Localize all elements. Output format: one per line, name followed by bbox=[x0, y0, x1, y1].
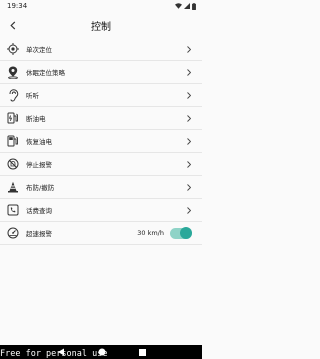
fuel-restore-icon bbox=[6, 134, 20, 148]
menu-item-cut-fuel[interactable]: 断油电 bbox=[0, 107, 202, 130]
menu-item-arm-disarm[interactable]: 布防/撤防 bbox=[0, 176, 202, 199]
control-list: 单次定位 休眠定位策略 听听 断油电 恢复油电 停止报警 布防/撤防 话费查询 … bbox=[0, 38, 202, 245]
alarm-off-icon bbox=[6, 157, 20, 171]
traffic-cone-icon bbox=[6, 180, 20, 194]
menu-item-stop-alarm[interactable]: 停止报警 bbox=[0, 153, 202, 176]
phone-bill-icon bbox=[6, 203, 20, 217]
status-icons bbox=[175, 2, 196, 10]
chevron-right-icon bbox=[186, 206, 192, 214]
battery-icon bbox=[192, 2, 196, 10]
chevron-right-icon bbox=[186, 91, 192, 99]
menu-item-overspeed-alarm: 超速报警 30 km/h bbox=[0, 222, 202, 245]
menu-item-listen[interactable]: 听听 bbox=[0, 84, 202, 107]
page-title: 控制 bbox=[91, 21, 111, 33]
chevron-right-icon bbox=[186, 183, 192, 191]
overspeed-toggle[interactable] bbox=[170, 227, 192, 239]
title-bar: 控制 bbox=[0, 12, 202, 38]
menu-item-label: 断油电 bbox=[26, 115, 46, 123]
menu-item-label: 布防/撤防 bbox=[26, 184, 55, 192]
menu-item-label: 停止报警 bbox=[26, 161, 52, 169]
menu-item-phone-bill[interactable]: 话费查询 bbox=[0, 199, 202, 222]
map-pin-icon bbox=[6, 65, 20, 79]
toggle-knob bbox=[180, 227, 192, 239]
menu-item-label: 单次定位 bbox=[26, 46, 52, 54]
overspeed-value[interactable]: 30 km/h bbox=[137, 229, 164, 237]
fuel-cut-icon bbox=[6, 111, 20, 125]
crosshair-icon bbox=[6, 42, 20, 56]
back-button[interactable] bbox=[6, 18, 20, 32]
nav-recents-icon[interactable] bbox=[138, 348, 146, 356]
menu-item-label: 话费查询 bbox=[26, 207, 52, 215]
chevron-left-icon bbox=[10, 20, 16, 30]
menu-item-restore-fuel[interactable]: 恢复油电 bbox=[0, 130, 202, 153]
ear-icon bbox=[6, 88, 20, 102]
menu-item-sleep-strategy[interactable]: 休眠定位策略 bbox=[0, 61, 202, 84]
chevron-right-icon bbox=[186, 114, 192, 122]
menu-item-single-location[interactable]: 单次定位 bbox=[0, 38, 202, 61]
menu-item-label: 休眠定位策略 bbox=[26, 69, 65, 77]
status-time: 19:34 bbox=[7, 2, 28, 10]
menu-item-label: 超速报警 bbox=[26, 230, 52, 238]
status-bar: 19:34 bbox=[0, 0, 202, 12]
chevron-right-icon bbox=[186, 68, 192, 76]
watermark-text: Free for personal use bbox=[0, 349, 108, 359]
wifi-icon bbox=[175, 3, 182, 9]
chevron-right-icon bbox=[186, 45, 192, 53]
menu-item-label: 恢复油电 bbox=[26, 138, 52, 146]
chevron-right-icon bbox=[186, 160, 192, 168]
menu-item-label: 听听 bbox=[26, 92, 39, 100]
chevron-right-icon bbox=[186, 137, 192, 145]
signal-icon bbox=[184, 3, 190, 9]
speedometer-icon bbox=[6, 226, 20, 240]
